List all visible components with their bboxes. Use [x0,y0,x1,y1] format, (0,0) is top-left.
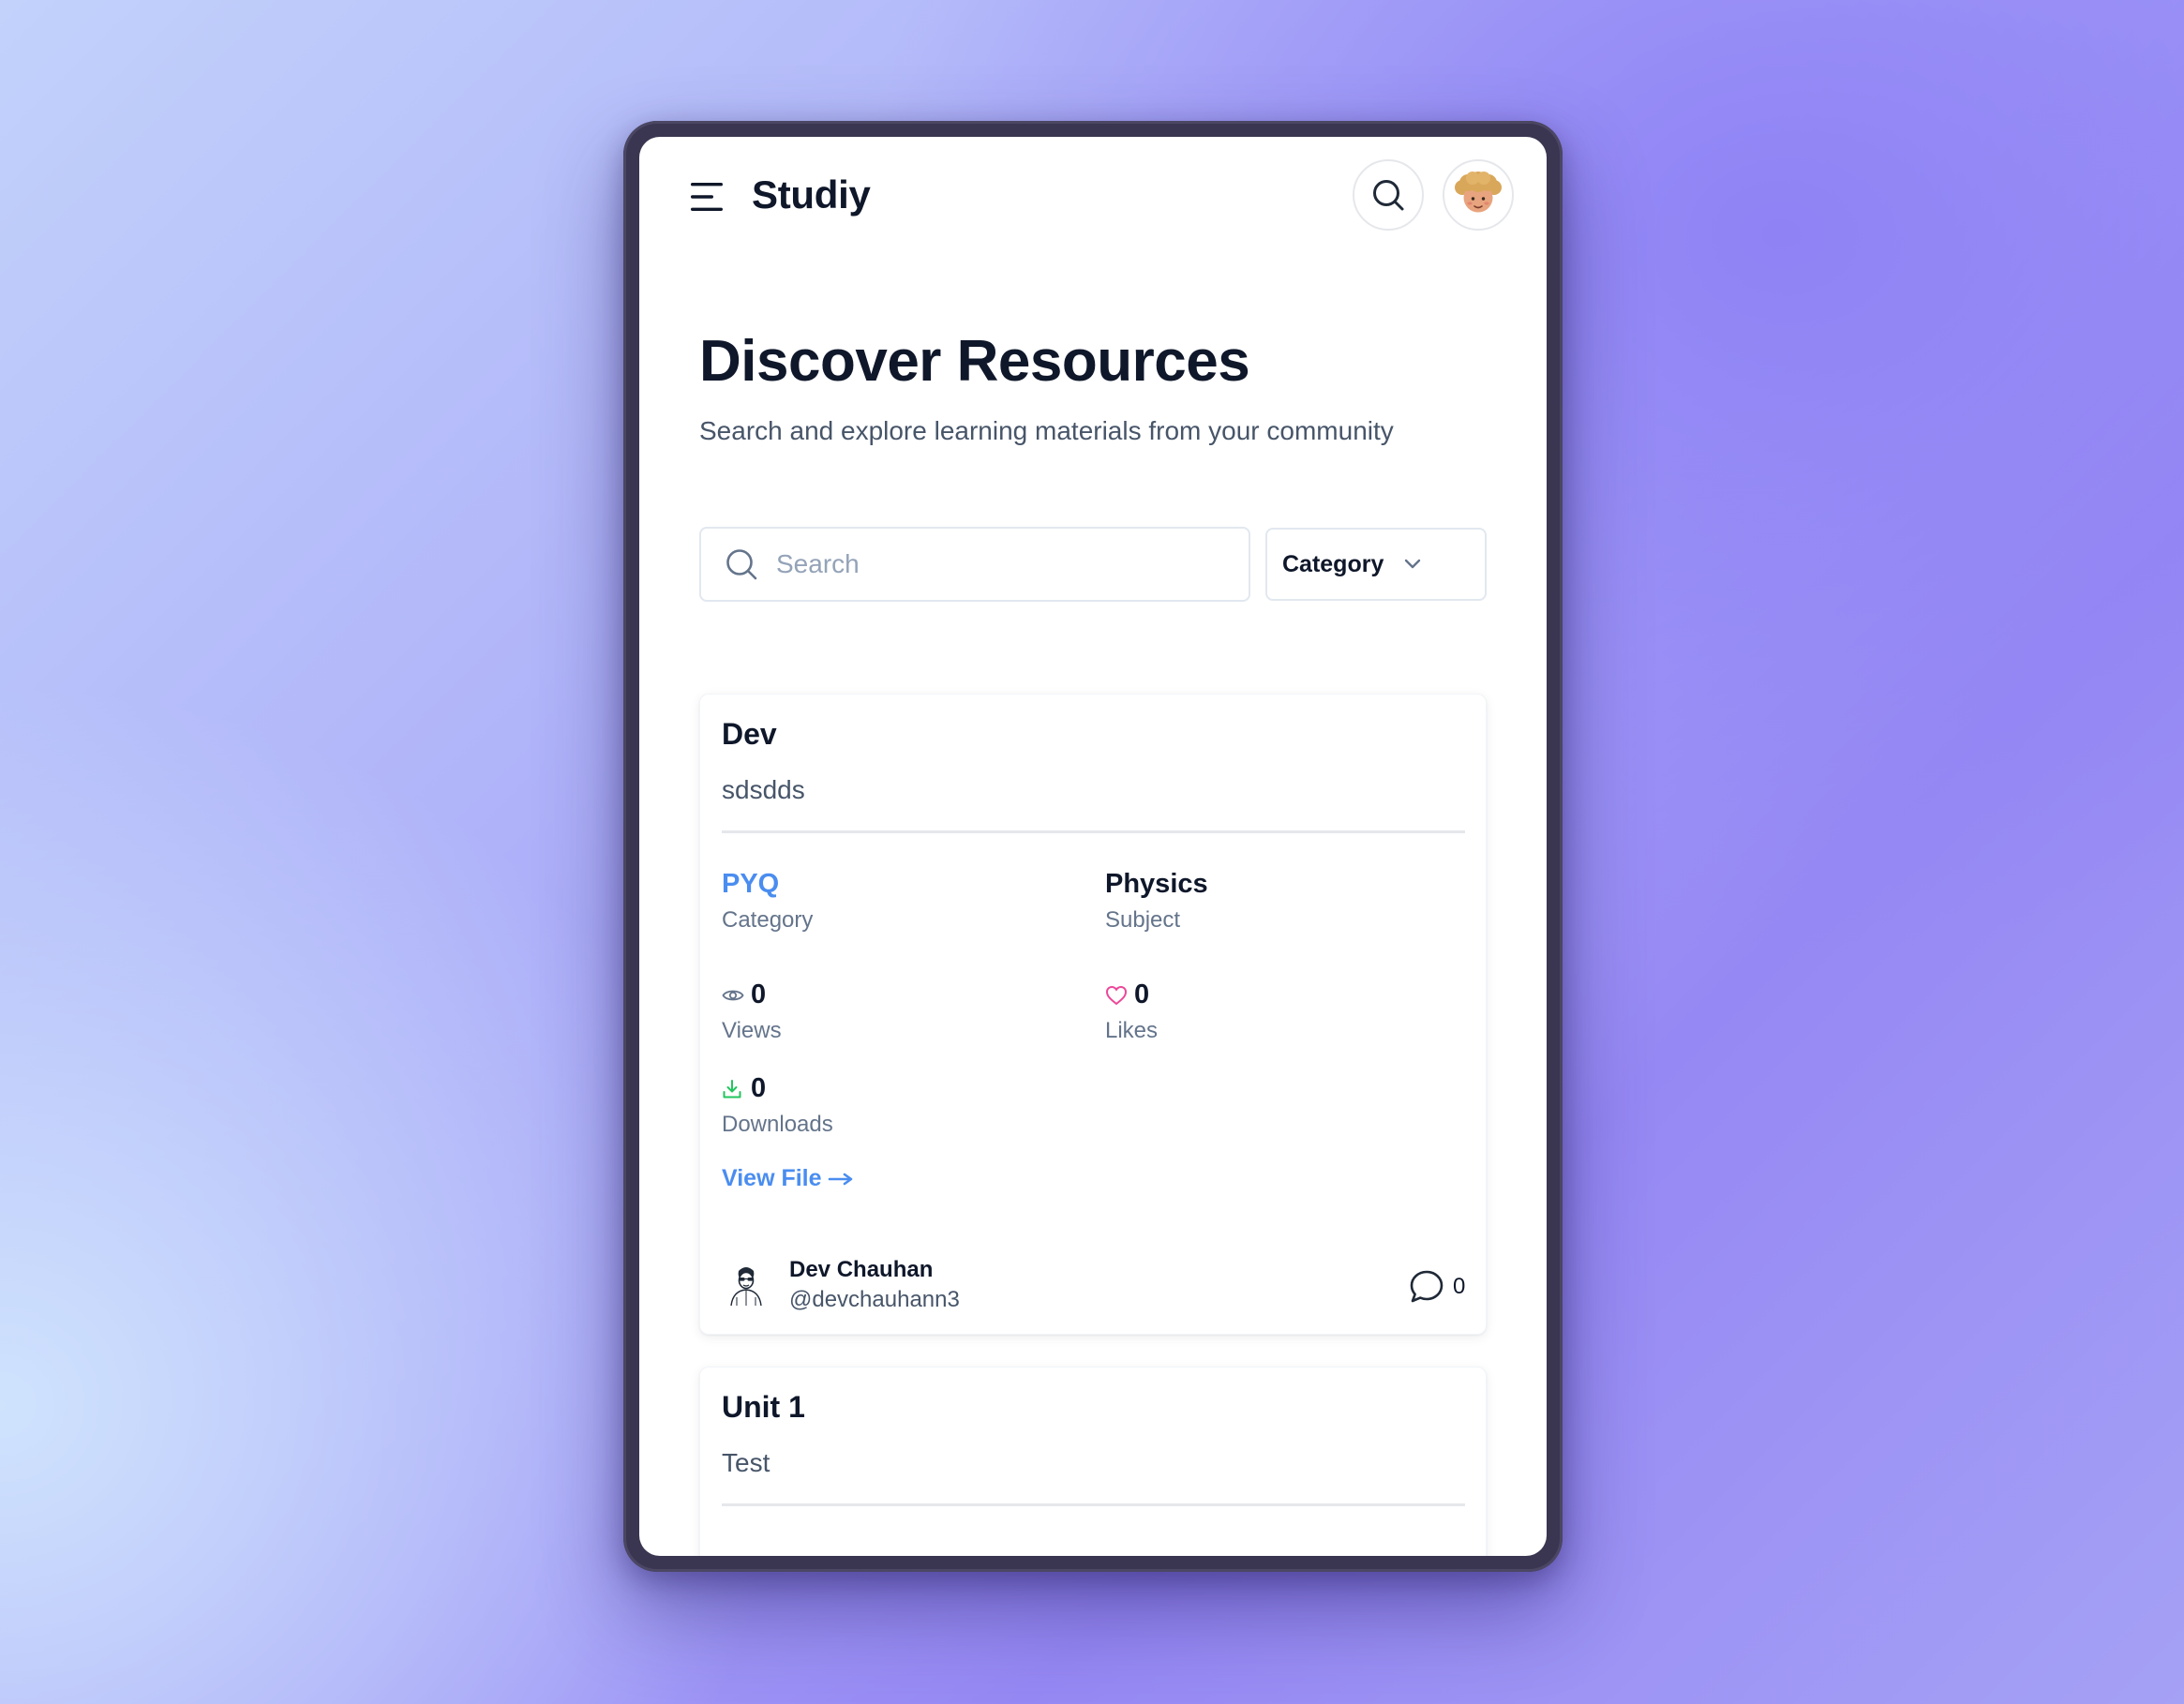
downloads-count: 0 [751,1073,767,1103]
eye-icon [722,990,744,1001]
page-title: Discover Resources [699,329,1250,394]
comments-button[interactable]: 0 [1408,1268,1465,1306]
heart-icon[interactable] [1105,985,1128,1006]
comments-count: 0 [1453,1274,1466,1299]
author-handle: @devchauhann3 [789,1287,960,1312]
resource-title: Unit 1 [722,1390,805,1424]
category-dropdown[interactable]: Category [1265,528,1487,601]
category-value[interactable]: PYQ [722,869,779,900]
author-name[interactable]: Dev Chauhan [789,1257,933,1283]
comment-icon [1410,1270,1444,1303]
search-input[interactable] [774,548,1228,580]
page-subtitle: Search and explore learning materials fr… [699,416,1394,445]
author-avatar[interactable] [726,1263,767,1308]
category-dropdown-label: Category [1282,550,1384,577]
search-icon [726,549,757,580]
likes-caption: Likes [1105,1018,1159,1043]
subject-caption: Subject [1105,907,1181,933]
search-box[interactable] [699,527,1250,602]
views-count: 0 [751,979,767,1009]
app-screen: Studiy Discover Resources Search and exp… [639,137,1547,1556]
user-avatar [1455,172,1502,213]
header-search-button[interactable] [1353,159,1424,231]
category-caption: Category [722,907,814,933]
card-divider [722,1503,1465,1506]
resource-description: sdsdds [722,775,805,804]
search-icon [1373,180,1404,211]
view-file-link[interactable]: View File [722,1165,854,1192]
views-caption: Views [722,1018,782,1043]
arrow-right-icon [828,1173,852,1185]
downloads-caption: Downloads [722,1112,833,1137]
resource-description: Test [722,1448,770,1477]
chevron-down-icon [1405,559,1421,569]
app-title: Studiy [752,172,871,217]
view-file-label: View File [722,1165,822,1191]
resource-card[interactable]: Unit 1 Test [699,1367,1487,1556]
card-divider [722,830,1465,833]
resource-title: Dev [722,717,777,751]
resource-card[interactable]: Dev sdsdds PYQ Category Physics Subject … [699,694,1487,1335]
download-icon [723,1080,741,1099]
menu-icon[interactable] [689,181,726,213]
subject-value: Physics [1105,869,1208,899]
user-avatar-button[interactable] [1443,159,1514,231]
likes-count: 0 [1134,979,1150,1009]
